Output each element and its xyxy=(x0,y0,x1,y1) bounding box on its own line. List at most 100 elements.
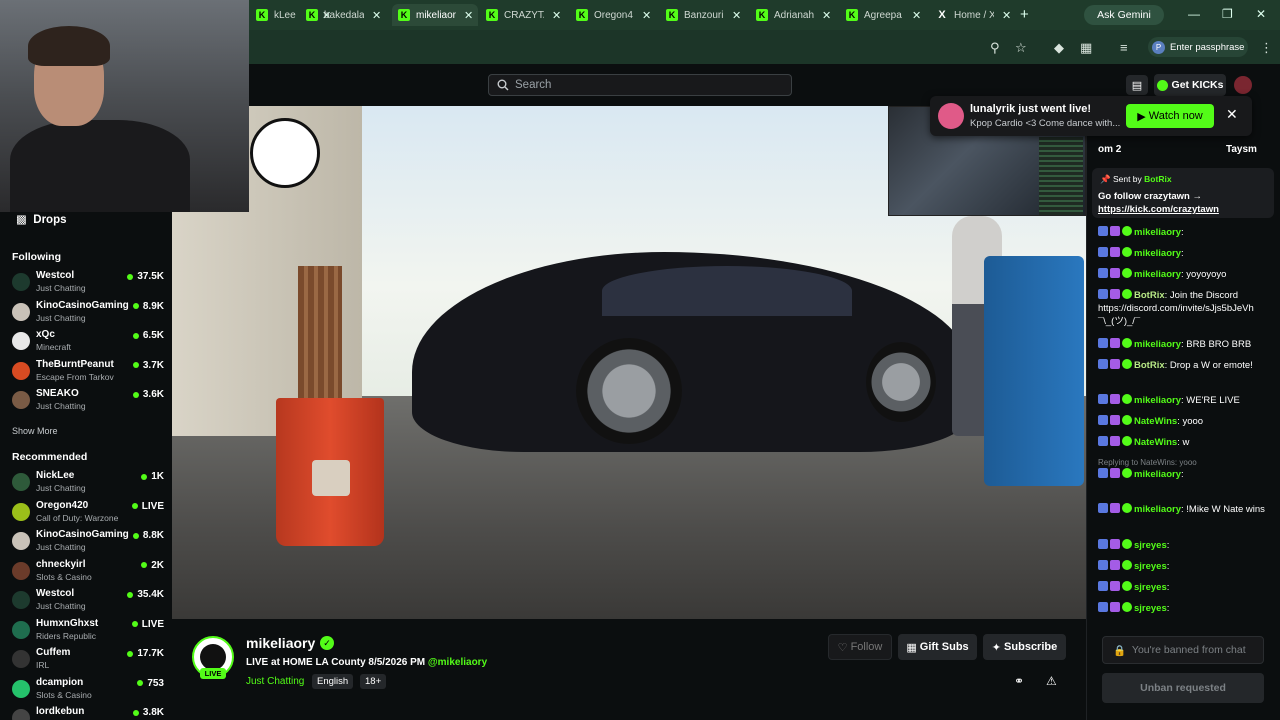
browser-tab[interactable]: X Home / X ✕ xyxy=(930,4,1016,26)
close-notification-icon[interactable]: ✕ xyxy=(1226,106,1238,123)
verified-badge-icon xyxy=(1122,602,1132,612)
tab-close-icon[interactable]: ✕ xyxy=(1002,9,1011,22)
chat-username[interactable]: sjreyes xyxy=(1134,561,1167,572)
tag-chip[interactable]: 18+ xyxy=(360,674,387,689)
tab-close-icon[interactable]: ✕ xyxy=(464,9,473,22)
browser-menu-icon[interactable]: ⋮ xyxy=(1260,40,1273,56)
chat-username[interactable]: sjreyes xyxy=(1134,603,1167,614)
streamer-name[interactable]: mikeliaory xyxy=(246,635,315,651)
sidebar-channel[interactable]: NickLee Just Chatting 1K xyxy=(12,470,164,498)
chat-message[interactable]: mikeliaory: WE'RE LIVE xyxy=(1098,394,1274,407)
ask-gemini-button[interactable]: Ask Gemini xyxy=(1084,5,1164,25)
follow-button[interactable]: ♡ Follow xyxy=(828,634,892,660)
sidebar-channel[interactable]: KinoCasinoGaming Just Chatting 8.8K xyxy=(12,529,164,557)
stream-category[interactable]: Just Chatting xyxy=(246,676,304,687)
report-icon[interactable]: ⚠ xyxy=(1046,674,1057,688)
chat-message[interactable]: mikeliaory: !Mike W Nate wins xyxy=(1098,503,1274,516)
verified-badge-icon xyxy=(1122,289,1132,299)
tag-chip[interactable]: English xyxy=(312,674,354,689)
badge-icon xyxy=(1098,436,1108,446)
verified-badge-icon xyxy=(1122,247,1132,257)
browser-tab[interactable]: Kmikeliaory ✕ xyxy=(392,4,478,26)
browser-tab[interactable]: Kbakedala ✕ xyxy=(300,4,386,26)
tab-close-icon[interactable]: ✕ xyxy=(642,9,651,22)
sidebar-channel[interactable]: KinoCasinoGaming Just Chatting 8.9K xyxy=(12,300,164,328)
extension-icon[interactable]: ◆ xyxy=(1054,40,1064,56)
chat-message[interactable]: NateWins: w xyxy=(1098,436,1274,449)
sidebar-channel[interactable]: SNEAKO Just Chatting 3.6K xyxy=(12,388,164,416)
sidebar-channel[interactable]: Westcol Just Chatting 35.4K xyxy=(12,588,164,616)
chat-username[interactable]: NateWins xyxy=(1134,416,1177,427)
zoom-icon[interactable]: ⚲ xyxy=(990,40,1000,56)
sidebar-channel[interactable]: xQc Minecraft 6.5K xyxy=(12,329,164,357)
minimize-icon[interactable]: — xyxy=(1188,7,1200,21)
drops-link[interactable]: ▩ Drops xyxy=(16,212,67,226)
browser-tab[interactable]: K Agreepa ✕ xyxy=(840,4,926,26)
layout-toggle-icon[interactable]: ▤ xyxy=(1126,75,1148,95)
viewer-count: 3.7K xyxy=(133,360,164,371)
browser-tab[interactable]: K Banzouri ✕ xyxy=(660,4,746,26)
pinned-link[interactable]: https://kick.com/crazytawn xyxy=(1098,204,1219,215)
chat-username[interactable]: sjreyes xyxy=(1134,540,1167,551)
chat-message[interactable]: sjreyes: xyxy=(1098,539,1274,552)
chat-message[interactable]: NateWins: yooo xyxy=(1098,415,1274,428)
gift-subs-button[interactable]: ▦ Gift Subs xyxy=(898,634,977,660)
subscribe-button[interactable]: ✦ Subscribe xyxy=(983,634,1066,660)
chat-message[interactable]: BotRix: Drop a W or emote! xyxy=(1098,359,1274,372)
chat-username[interactable]: mikeliaory xyxy=(1134,504,1181,515)
tab-close-icon[interactable]: ✕ xyxy=(372,9,381,22)
pinned-message[interactable]: 📌 Sent by BotRix Go follow crazytawn → ht… xyxy=(1092,168,1274,218)
chat-message[interactable]: mikeliaory: xyxy=(1098,226,1274,239)
sidebar-channel[interactable]: dcampion Slots & Casino 753 xyxy=(12,677,164,705)
chat-message[interactable]: sjreyes: xyxy=(1098,581,1274,594)
tab-close-icon[interactable]: ✕ xyxy=(912,9,921,22)
tab-close-icon[interactable]: ✕ xyxy=(732,9,741,22)
chat-message[interactable]: mikeliaory: yoyoyoyo xyxy=(1098,268,1274,281)
chat-message[interactable]: mikeliaory: xyxy=(1098,247,1274,260)
sidebar-channel[interactable]: Cuffem IRL 17.7K xyxy=(12,647,164,675)
tab-close-icon[interactable]: ✕ xyxy=(552,9,561,22)
close-window-icon[interactable]: ✕ xyxy=(1256,7,1266,21)
share-icon[interactable]: ⚭ xyxy=(1014,674,1024,688)
sidebar-channel[interactable]: HumxnGhxst Riders Republic LIVE xyxy=(12,618,164,646)
chat-message[interactable]: mikeliaory: BRB BRO BRB xyxy=(1098,338,1274,351)
watch-now-button[interactable]: ▶ Watch now xyxy=(1126,104,1214,128)
chat-username[interactable]: mikeliaory xyxy=(1134,339,1181,350)
sidebar-channel[interactable]: lordkebun 3.8K xyxy=(12,706,164,720)
chat-username[interactable]: mikeliaory xyxy=(1134,395,1181,406)
chat-username[interactable]: NateWins xyxy=(1134,437,1177,448)
sidebar-channel[interactable]: Westcol Just Chatting 37.5K xyxy=(12,270,164,298)
search-input[interactable]: Search xyxy=(488,74,792,96)
sidebar-channel[interactable]: chneckyirl Slots & Casino 2K xyxy=(12,559,164,587)
chat-username[interactable]: mikeliaory xyxy=(1134,227,1181,238)
browser-tab[interactable]: K CRAZYTA ✕ xyxy=(480,4,566,26)
channel-name: xQc xyxy=(36,329,55,340)
chat-message[interactable]: BotRix: Join the Discord https://discord… xyxy=(1098,289,1274,328)
new-tab-button[interactable]: + xyxy=(1020,6,1029,23)
badge-icon xyxy=(1098,415,1108,425)
chat-username[interactable]: sjreyes xyxy=(1134,582,1167,593)
chat-username[interactable]: BotRix xyxy=(1134,290,1165,301)
media-control-icon[interactable]: ≡ xyxy=(1120,40,1128,55)
puzzle-icon[interactable]: ▦ xyxy=(1080,40,1092,56)
browser-tab[interactable]: K Adrianah ✕ xyxy=(750,4,836,26)
get-kicks-button[interactable]: Get KICKs xyxy=(1154,74,1226,96)
chat-username[interactable]: mikeliaory xyxy=(1134,469,1181,480)
passphrase-button[interactable]: P Enter passphrase xyxy=(1148,37,1248,57)
sidebar-channel[interactable]: TheBurntPeanut Escape From Tarkov 3.7K xyxy=(12,359,164,387)
chat-message[interactable]: sjreyes: xyxy=(1098,560,1274,573)
browser-tab[interactable]: K Oregon4 ✕ xyxy=(570,4,656,26)
chat-username[interactable]: mikeliaory xyxy=(1134,248,1181,259)
tab-close-icon[interactable]: ✕ xyxy=(822,9,831,22)
bookmark-star-icon[interactable]: ☆ xyxy=(1015,40,1027,56)
badge-icon xyxy=(1110,539,1120,549)
chat-message[interactable]: sjreyes: xyxy=(1098,602,1274,615)
user-avatar[interactable] xyxy=(1234,76,1252,94)
chat-message[interactable]: mikeliaory: xyxy=(1098,468,1274,481)
sidebar-channel[interactable]: Oregon420 Call of Duty: Warzone LIVE xyxy=(12,500,164,528)
chat-username[interactable]: mikeliaory xyxy=(1134,269,1181,280)
chat-username[interactable]: BotRix xyxy=(1134,360,1165,371)
stream-handle-link[interactable]: @mikeliaory xyxy=(428,657,487,668)
restore-icon[interactable]: ❐ xyxy=(1222,7,1233,21)
show-more-button[interactable]: Show More xyxy=(12,426,58,436)
